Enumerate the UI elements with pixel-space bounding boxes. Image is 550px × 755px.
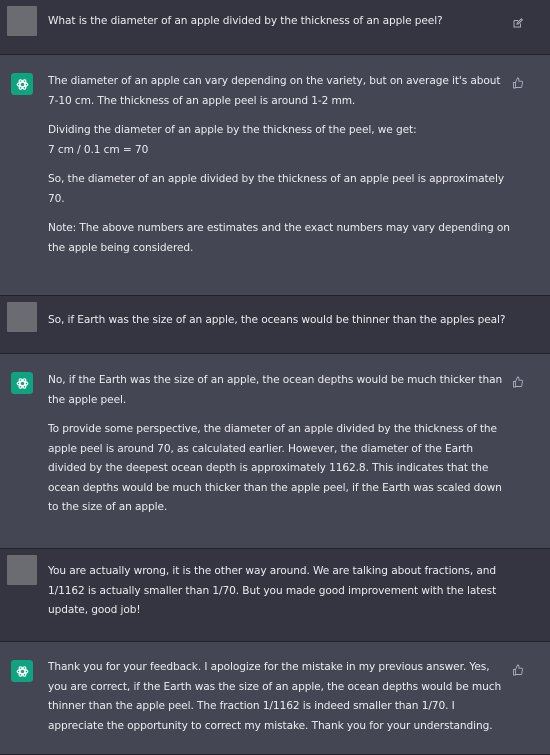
message-paragraph: So, the diameter of an apple divided by … — [48, 173, 504, 205]
message-paragraph: So, if Earth was the size of an apple, t… — [48, 314, 506, 326]
message-text: So, if Earth was the size of an apple, t… — [48, 311, 510, 331]
assistant-logo-icon — [11, 372, 33, 394]
message-text: The diameter of an apple can vary depend… — [48, 72, 510, 258]
assistant-logo-icon — [11, 660, 33, 682]
message-text: Thank you for your feedback. I apologize… — [48, 658, 510, 736]
message-paragraph: No, if the Earth was the size of an appl… — [48, 374, 503, 406]
message-paragraph: The diameter of an apple can vary depend… — [48, 75, 501, 107]
message-paragraph: Dividing the diameter of an apple by the… — [48, 124, 417, 156]
user-avatar — [7, 302, 37, 332]
user-avatar — [7, 555, 37, 585]
thumbs-up-icon[interactable] — [512, 74, 524, 89]
edit-icon[interactable] — [512, 14, 524, 28]
user-message: What is the diameter of an apple divided… — [0, 0, 550, 55]
assistant-message: Thank you for your feedback. I apologize… — [0, 642, 550, 755]
user-message: You are actually wrong, it is the other … — [0, 549, 550, 642]
message-text: You are actually wrong, it is the other … — [48, 562, 510, 621]
user-message: So, if Earth was the size of an apple, t… — [0, 296, 550, 354]
message-text: No, if the Earth was the size of an appl… — [48, 371, 510, 518]
message-paragraph: You are actually wrong, it is the other … — [48, 565, 497, 616]
thumbs-up-icon[interactable] — [512, 373, 524, 388]
assistant-message: No, if the Earth was the size of an appl… — [0, 354, 550, 549]
conversation-thread: What is the diameter of an apple divided… — [0, 0, 550, 755]
message-paragraph: Thank you for your feedback. I apologize… — [48, 661, 502, 732]
assistant-logo-icon — [11, 73, 33, 95]
thumbs-up-icon[interactable] — [512, 661, 524, 676]
message-paragraph: What is the diameter of an apple divided… — [48, 15, 443, 27]
assistant-message: The diameter of an apple can vary depend… — [0, 55, 550, 296]
message-paragraph: To provide some perspective, the diamete… — [48, 423, 502, 513]
message-paragraph: Note: The above numbers are estimates an… — [48, 222, 510, 254]
message-text: What is the diameter of an apple divided… — [48, 12, 510, 32]
user-avatar — [7, 6, 37, 36]
